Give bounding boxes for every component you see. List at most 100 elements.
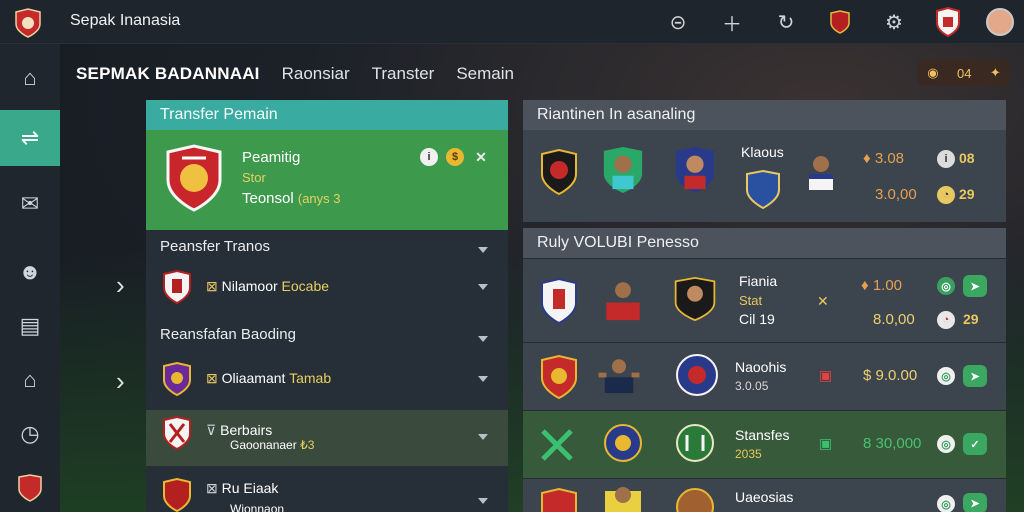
- panel-title: Ruly VOLUBI Penesso: [523, 228, 1006, 258]
- coin-icon: ◉: [927, 65, 939, 80]
- player-name: Naoohis: [735, 359, 787, 375]
- rankings-row[interactable]: Klaous ♦ 3.08 3.0,00 i 08 ◔ 29: [523, 130, 1006, 222]
- home-icon[interactable]: ⌂: [0, 352, 60, 408]
- player-stat: Stat: [739, 293, 763, 308]
- row-label: Oliaamant: [221, 370, 286, 386]
- table-row[interactable]: Fiania Stat Cil 19 ✕ ♦ 1.00 8.0,00 ◎ ➤ ◔…: [523, 258, 1006, 342]
- timer-icon[interactable]: ⊝: [662, 6, 694, 38]
- panel-title: Transfer Pemain: [146, 100, 508, 130]
- row-value: Eocabe: [281, 278, 330, 294]
- main-nav: SEPMAK BADANNAAI Raonsiar Transter Semai…: [76, 64, 514, 84]
- price: ♦ 1.00: [861, 277, 903, 294]
- player-name: Peamitig: [242, 149, 301, 166]
- shield-icon[interactable]: [932, 6, 964, 38]
- player-name: Stansfes: [735, 427, 790, 443]
- player-detail: 2035: [735, 447, 762, 461]
- player-detail: Teonsol (anys 3: [242, 190, 341, 207]
- time-icon[interactable]: ◔: [937, 311, 955, 329]
- chevron-down-icon[interactable]: [478, 498, 488, 504]
- tab-transfer[interactable]: Transter: [372, 64, 435, 84]
- info-icon[interactable]: i: [937, 150, 955, 168]
- bell-icon[interactable]: ⚙: [878, 6, 910, 38]
- buy-button[interactable]: ✓: [963, 433, 987, 455]
- rank-price: 3.0,00: [875, 186, 917, 203]
- section-transfer-list[interactable]: Peansfer Tranos: [146, 238, 508, 255]
- buy-button[interactable]: ➤: [963, 493, 987, 512]
- transfer-icon[interactable]: ⇌: [0, 110, 60, 166]
- transfer-panel: Transfer Pemain Peamitig Stor Teonsol (a…: [146, 100, 508, 512]
- home-icon[interactable]: ⌂: [0, 50, 60, 106]
- section-bidding[interactable]: Reansfafan Baoding: [146, 326, 508, 343]
- rankings-panel: Riantinen In asanaling Klaous ♦ 3.08 3.0…: [523, 100, 1006, 222]
- chevron-down-icon[interactable]: [478, 376, 488, 382]
- card-icon: ▣: [819, 435, 833, 451]
- chevron-down-icon[interactable]: [478, 284, 488, 290]
- panel-title: Riantinen In asanaling: [523, 100, 1006, 130]
- row-sub: Wionnaon: [230, 502, 285, 512]
- avatar[interactable]: [986, 8, 1014, 36]
- club-crest-icon: [163, 416, 191, 450]
- coin-value: 04: [956, 65, 972, 81]
- badge-value: 29: [963, 311, 979, 327]
- table-row[interactable]: Stansfes 2035 ▣ 8 30,000 ◎ ✓: [523, 410, 1006, 478]
- row-value: Tamab: [289, 370, 332, 386]
- app-title: Sepak Inanasia: [70, 12, 181, 29]
- info-icon[interactable]: i: [420, 148, 438, 166]
- inventory-icon[interactable]: ▤: [0, 298, 60, 354]
- club-crest-icon: [537, 148, 581, 196]
- player-portrait: [673, 146, 717, 194]
- chevron-right-icon[interactable]: ›: [116, 270, 125, 301]
- clock-icon[interactable]: ◷: [0, 406, 60, 462]
- star-icon: ✦: [989, 65, 1001, 80]
- player-portrait: [799, 148, 843, 196]
- list-item[interactable]: ⊠ Ru Eiaak Wionnaon: [146, 472, 508, 512]
- info-icon[interactable]: ◎: [937, 495, 955, 512]
- top-bar: Sepak Inanasia ⊝ ＋ ↻ ⚙: [0, 0, 1024, 44]
- chevron-down-icon[interactable]: [478, 336, 488, 342]
- buy-button[interactable]: ➤: [963, 275, 987, 297]
- time-icon[interactable]: ◔: [937, 186, 955, 204]
- card-icon: ▣: [819, 367, 833, 383]
- table-row[interactable]: Uaeosias ◎ ➤: [523, 478, 1006, 512]
- close-icon[interactable]: ✕: [472, 148, 490, 166]
- club-icon[interactable]: [0, 460, 60, 512]
- info-icon[interactable]: ◎: [937, 277, 955, 295]
- chevron-right-icon[interactable]: ›: [116, 366, 125, 397]
- club-crest-icon: [601, 419, 645, 467]
- player-detail: 3.0.05: [735, 379, 769, 393]
- player-portrait: [597, 351, 641, 399]
- sidebar: ⌂ ⇌ ✉ ☻ ▤ ⌂ ◷: [0, 44, 60, 512]
- buy-button[interactable]: ➤: [963, 365, 987, 387]
- page-title: SEPMAK BADANNAAI: [76, 64, 260, 83]
- row-label: Nilamoor: [221, 278, 278, 294]
- plus-icon[interactable]: ＋: [716, 6, 748, 38]
- tab-rankings[interactable]: Raonsiar: [282, 64, 350, 84]
- club-name: Klaous: [741, 144, 784, 160]
- row-sub: Gaoonanaer: [230, 438, 297, 452]
- profile-icon[interactable]: ☻: [0, 244, 60, 300]
- list-item[interactable]: ⊠ Oliaamant Tamab: [146, 356, 508, 402]
- price: 8 30,000: [863, 435, 922, 452]
- club-crest-icon: [163, 270, 191, 304]
- coin-icon[interactable]: $: [446, 148, 464, 166]
- coin-balance[interactable]: ◉ 04 ✦: [918, 60, 1010, 86]
- info-icon[interactable]: ◎: [937, 435, 955, 453]
- close-icon[interactable]: ✕: [817, 293, 829, 310]
- chevron-down-icon[interactable]: [478, 434, 488, 440]
- list-item[interactable]: ⊽ Berbairs Gaoonanaer ₺3: [146, 410, 508, 466]
- club-crest-icon[interactable]: [824, 6, 856, 38]
- player-name: Uaeosias: [735, 489, 794, 505]
- table-row[interactable]: Naoohis 3.0.05 ▣ $ 9.0.00 ◎ ➤: [523, 342, 1006, 410]
- refresh-icon[interactable]: ↻: [770, 6, 802, 38]
- player-stat: Stor: [242, 170, 266, 185]
- price: $ 9.0.00: [863, 367, 918, 384]
- player-detail: Cil 19: [739, 311, 775, 327]
- featured-player-card[interactable]: Peamitig Stor Teonsol (anys 3 i $ ✕: [146, 130, 508, 230]
- club-crest-icon: [537, 353, 581, 401]
- mail-icon[interactable]: ✉: [0, 176, 60, 232]
- info-icon[interactable]: ◎: [937, 367, 955, 385]
- app-logo-icon: [15, 8, 41, 38]
- tab-players[interactable]: Semain: [456, 64, 514, 84]
- list-item[interactable]: ⊠ Nilamoor Eocabe: [146, 264, 508, 310]
- chevron-down-icon[interactable]: [478, 247, 488, 253]
